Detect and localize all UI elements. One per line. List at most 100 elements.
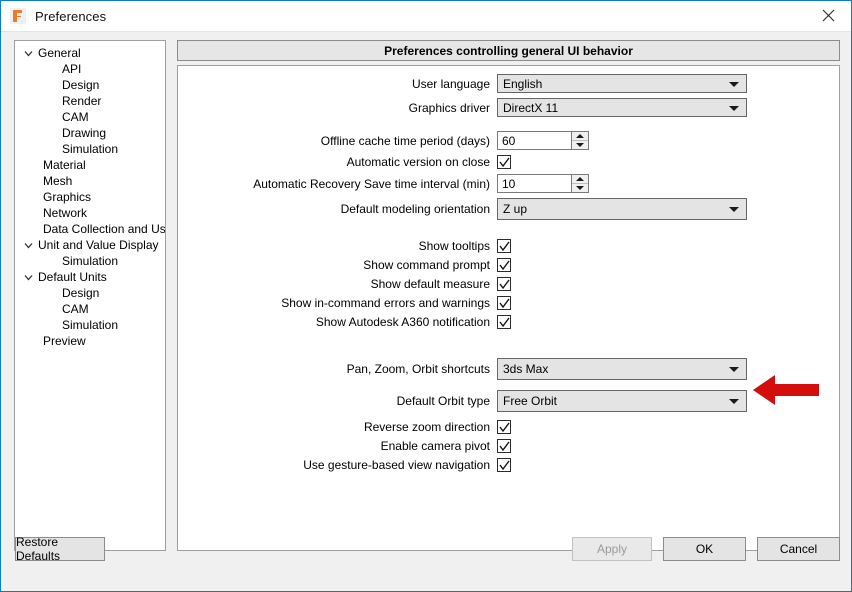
- sidebar-item-label: Simulation: [62, 318, 119, 332]
- graphics-driver-label: Graphics driver: [408, 100, 490, 115]
- stepper-buttons[interactable]: [571, 132, 588, 149]
- sidebar-item-label: Render: [62, 94, 102, 108]
- user-language-dropdown[interactable]: English: [497, 74, 747, 93]
- graphics-driver-value: DirectX 11: [503, 100, 559, 115]
- sidebar-item-label: Network: [43, 206, 88, 220]
- pan-zoom-orbit-value: 3ds Max: [503, 362, 549, 376]
- chevron-down-icon: [729, 105, 739, 111]
- sidebar-item-data-collection-and-use[interactable]: Data Collection and Use: [15, 221, 165, 237]
- sidebar-item-network[interactable]: Network: [15, 205, 165, 221]
- restore-defaults-button[interactable]: Restore Defaults: [15, 535, 105, 563]
- pan-zoom-orbit-label: Pan, Zoom, Orbit shortcuts: [346, 362, 490, 376]
- sidebar-item-cam[interactable]: CAM: [15, 301, 165, 317]
- sidebar-item-simulation[interactable]: Simulation: [15, 141, 165, 157]
- show-incommand-errors-label: Show in-command errors and warnings: [281, 296, 490, 310]
- show-a360-notification-checkbox[interactable]: [497, 315, 511, 329]
- auto-version-checkbox[interactable]: [497, 155, 511, 169]
- field-row-reverse-zoom: Reverse zoom direction: [178, 420, 839, 434]
- default-orientation-dropdown[interactable]: Z up: [497, 198, 747, 220]
- chevron-down-icon: [729, 207, 739, 212]
- show-a360-notification-label: Show Autodesk A360 notification: [315, 315, 490, 329]
- show-command-prompt-checkbox[interactable]: [497, 258, 511, 272]
- offline-cache-value: 60: [502, 133, 516, 148]
- stepper-down-icon[interactable]: [572, 141, 588, 149]
- stepper-down-icon[interactable]: [572, 184, 588, 192]
- graphics-driver-dropdown[interactable]: DirectX 11: [497, 98, 747, 117]
- sidebar-item-preview[interactable]: Preview: [15, 333, 165, 349]
- chevron-down-icon[interactable]: [20, 49, 36, 58]
- field-row-user-language: User language English: [178, 74, 839, 93]
- gesture-navigation-checkbox[interactable]: [497, 458, 511, 472]
- pan-zoom-orbit-dropdown[interactable]: 3ds Max: [497, 358, 747, 380]
- default-orbit-type-value: Free Orbit: [503, 394, 558, 408]
- close-icon[interactable]: [806, 1, 851, 30]
- user-language-value: English: [503, 76, 543, 91]
- enable-camera-pivot-checkbox[interactable]: [497, 439, 511, 453]
- show-command-prompt-label: Show command prompt: [363, 258, 490, 272]
- sidebar-item-label: Simulation: [62, 254, 119, 268]
- apply-button[interactable]: Apply: [572, 537, 652, 561]
- default-orbit-type-label: Default Orbit type: [396, 394, 490, 408]
- title-bar: Preferences: [1, 1, 851, 32]
- field-row-default-orientation: Default modeling orientation Z up: [178, 198, 839, 220]
- field-row-gesture-navigation: Use gesture-based view navigation: [178, 458, 839, 472]
- sidebar-item-cam[interactable]: CAM: [15, 109, 165, 125]
- auto-recovery-value: 10: [502, 176, 516, 191]
- sidebar-item-unit-and-value-display[interactable]: Unit and Value Display: [15, 237, 165, 253]
- chevron-down-icon: [729, 81, 739, 87]
- sidebar-item-simulation[interactable]: Simulation: [15, 253, 165, 269]
- sidebar-item-graphics[interactable]: Graphics: [15, 189, 165, 205]
- cancel-button[interactable]: Cancel: [757, 537, 840, 561]
- show-tooltips-checkbox[interactable]: [497, 239, 511, 253]
- offline-cache-stepper[interactable]: 60: [497, 131, 589, 150]
- sidebar-item-default-units[interactable]: Default Units: [15, 269, 165, 285]
- sidebar-item-drawing[interactable]: Drawing: [15, 125, 165, 141]
- field-row-show-command-prompt: Show command prompt: [178, 258, 839, 272]
- auto-recovery-stepper[interactable]: 10: [497, 174, 589, 193]
- show-tooltips-label: Show tooltips: [418, 239, 490, 253]
- stepper-buttons[interactable]: [571, 175, 588, 192]
- stepper-up-icon[interactable]: [572, 132, 588, 141]
- sidebar-item-label: Material: [43, 158, 86, 172]
- sidebar-item-mesh[interactable]: Mesh: [15, 173, 165, 189]
- panel-header: Preferences controlling general UI behav…: [177, 40, 840, 61]
- sidebar-item-label: Simulation: [62, 142, 119, 156]
- user-language-label: User language: [411, 76, 490, 91]
- sidebar-item-simulation[interactable]: Simulation: [15, 317, 165, 333]
- field-row-auto-recovery: Automatic Recovery Save time interval (m…: [178, 174, 839, 193]
- stepper-up-icon[interactable]: [572, 175, 588, 184]
- field-row-show-a360-notification: Show Autodesk A360 notification: [178, 315, 839, 329]
- sidebar-item-material[interactable]: Material: [15, 157, 165, 173]
- sidebar-item-design[interactable]: Design: [15, 285, 165, 301]
- sidebar-item-label: Data Collection and Use: [43, 222, 166, 236]
- chevron-down-icon[interactable]: [20, 273, 36, 282]
- reverse-zoom-checkbox[interactable]: [497, 420, 511, 434]
- ok-button[interactable]: OK: [663, 537, 746, 561]
- enable-camera-pivot-label: Enable camera pivot: [380, 439, 490, 453]
- chevron-down-icon: [729, 399, 739, 404]
- sidebar-item-label: Design: [62, 286, 100, 300]
- offline-cache-label: Offline cache time period (days): [320, 133, 490, 148]
- sidebar-item-render[interactable]: Render: [15, 93, 165, 109]
- show-default-measure-checkbox[interactable]: [497, 277, 511, 291]
- dialog-footer: Restore Defaults Apply OK Cancel: [1, 531, 851, 591]
- sidebar-item-label: Default Units: [38, 270, 107, 284]
- default-orbit-type-dropdown[interactable]: Free Orbit: [497, 390, 747, 412]
- field-row-enable-camera-pivot: Enable camera pivot: [178, 439, 839, 453]
- field-row-show-incommand-errors: Show in-command errors and warnings: [178, 296, 839, 310]
- show-default-measure-label: Show default measure: [370, 277, 490, 291]
- general-preferences-form: User language English Graphics driver Di…: [178, 66, 839, 472]
- show-incommand-errors-checkbox[interactable]: [497, 296, 511, 310]
- fusion360-logo-icon: [10, 8, 26, 24]
- reverse-zoom-label: Reverse zoom direction: [363, 420, 490, 434]
- sidebar-item-label: Graphics: [43, 190, 92, 204]
- preferences-category-tree[interactable]: General API Design Render CAM Drawing Simulati…: [14, 40, 166, 551]
- sidebar-item-design[interactable]: Design: [15, 77, 165, 93]
- auto-version-label: Automatic version on close: [346, 155, 490, 169]
- sidebar-item-api[interactable]: API: [15, 61, 165, 77]
- sidebar-item-general[interactable]: General: [15, 45, 165, 61]
- chevron-down-icon[interactable]: [20, 241, 36, 250]
